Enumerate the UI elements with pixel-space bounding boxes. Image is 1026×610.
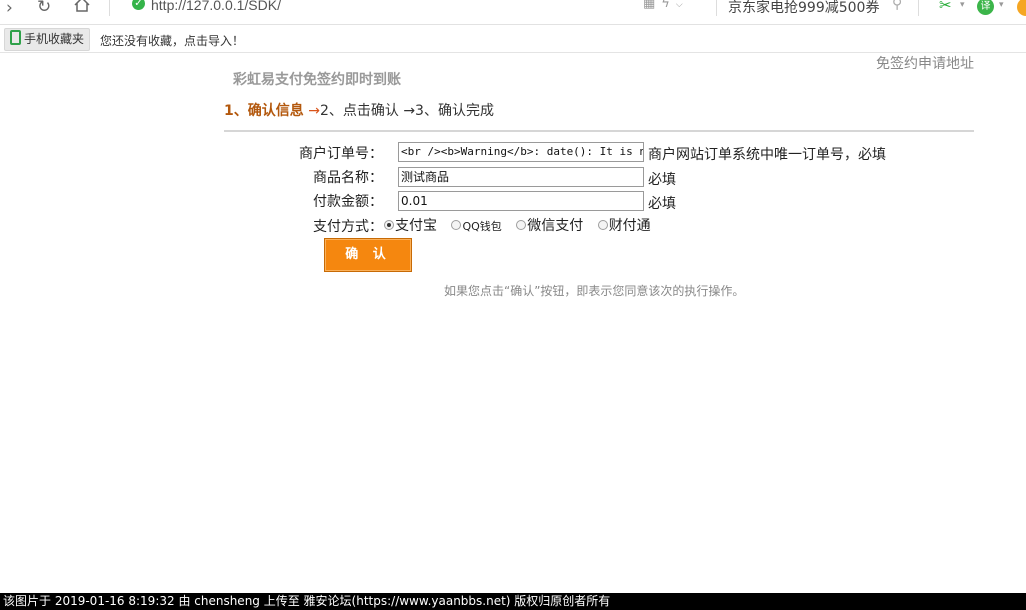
radio-dot[interactable] (451, 220, 462, 230)
amount-input[interactable]: 0.01 (398, 191, 644, 211)
confirm-button[interactable]: 确 认 (324, 238, 412, 272)
order-no-label: 商户订单号： (299, 146, 383, 162)
url-field[interactable]: http://127.0.0.1/SDK/ (151, 0, 281, 13)
scissors-icon[interactable]: ✂ (939, 0, 952, 14)
reload-icon[interactable]: ↻ (37, 0, 51, 16)
radio-dot[interactable] (384, 220, 394, 230)
forward-icon[interactable]: › (6, 0, 13, 17)
watermark-bar: 该图片于 2019-01-16 8:19:32 由 chensheng 上传至 … (0, 593, 1026, 610)
step-current: 1、确认信息 (224, 103, 304, 119)
radio-label: 微信支付 (527, 218, 584, 234)
apply-link[interactable]: 免签约申请地址 (876, 53, 974, 73)
bookmarks-bar: 手机收藏夹 您还没有收藏，点击导入！ (0, 25, 1026, 53)
confirm-notice: 如果您点击“确认”按钮，即表示您同意该次的执行操作。 (444, 284, 745, 298)
radio-qqpay[interactable]: QQ钱包 (451, 218, 502, 234)
qr-code-icon[interactable]: ▦ (643, 0, 661, 11)
pay-method-radio-group: 支付宝 QQ钱包 微信支付 财付通 (384, 215, 661, 235)
step-arrow: → (308, 103, 320, 119)
chevron-down-icon[interactable]: ⌵ (676, 0, 689, 10)
site-title: 彩虹易支付免签约即时到账 (233, 72, 401, 88)
home-icon[interactable] (73, 0, 91, 16)
secure-shield-icon[interactable]: ✓ (132, 0, 145, 10)
radio-dot[interactable] (516, 220, 527, 230)
extension-icon[interactable] (1017, 0, 1026, 16)
order-no-input[interactable]: <br /><b>Warning</b>: date(): It is not … (398, 142, 644, 162)
steps-breadcrumb: 1、确认信息 →2、点击确认 →3、确认完成 (224, 100, 494, 120)
divider (224, 130, 974, 132)
toolbar-divider (918, 0, 919, 16)
radio-label: 支付宝 (395, 218, 437, 234)
product-name-note: 必填 (648, 172, 676, 188)
step-3: 3、确认完成 (415, 103, 494, 119)
step-2: 2、点击确认 (319, 103, 399, 119)
toolbar-divider (716, 0, 717, 16)
toolbar-divider (109, 0, 110, 16)
chevron-down-icon[interactable]: ▾ (999, 0, 1004, 10)
browser-address-bar: › ↻ ✓ http://127.0.0.1/SDK/ ▦ϟ⌵ 京东家电抢999… (0, 0, 1026, 25)
pay-method-label: 支付方式： (313, 219, 383, 235)
product-name-label: 商品名称： (313, 170, 383, 186)
import-bookmarks-link[interactable]: 您还没有收藏，点击导入！ (100, 32, 244, 49)
search-icon[interactable]: ⚲ (892, 0, 902, 12)
product-name-input[interactable]: 测试商品 (398, 167, 644, 187)
amount-label: 付款金额： (313, 194, 383, 210)
radio-alipay[interactable]: 支付宝 (384, 215, 437, 235)
chevron-down-icon[interactable]: ▾ (960, 0, 965, 10)
radio-dot[interactable] (597, 220, 608, 230)
radio-label: 财付通 (608, 218, 651, 234)
step-arrow: → (403, 103, 416, 119)
speed-mode-icon[interactable]: ϟ (661, 0, 676, 11)
order-no-note: 商户网站订单系统中唯一订单号，必填 (648, 147, 886, 163)
phone-icon (10, 30, 21, 45)
mobile-favorites-label: 手机收藏夹 (24, 32, 85, 46)
radio-tenpay[interactable]: 财付通 (597, 215, 651, 235)
search-suggestion[interactable]: 京东家电抢999减500券 (728, 0, 879, 17)
translate-icon[interactable]: 译 (977, 0, 994, 15)
radio-label: QQ钱包 (462, 220, 502, 233)
mobile-favorites-button[interactable]: 手机收藏夹 (4, 28, 91, 51)
amount-note: 必填 (648, 196, 676, 212)
radio-wxpay[interactable]: 微信支付 (516, 215, 583, 235)
